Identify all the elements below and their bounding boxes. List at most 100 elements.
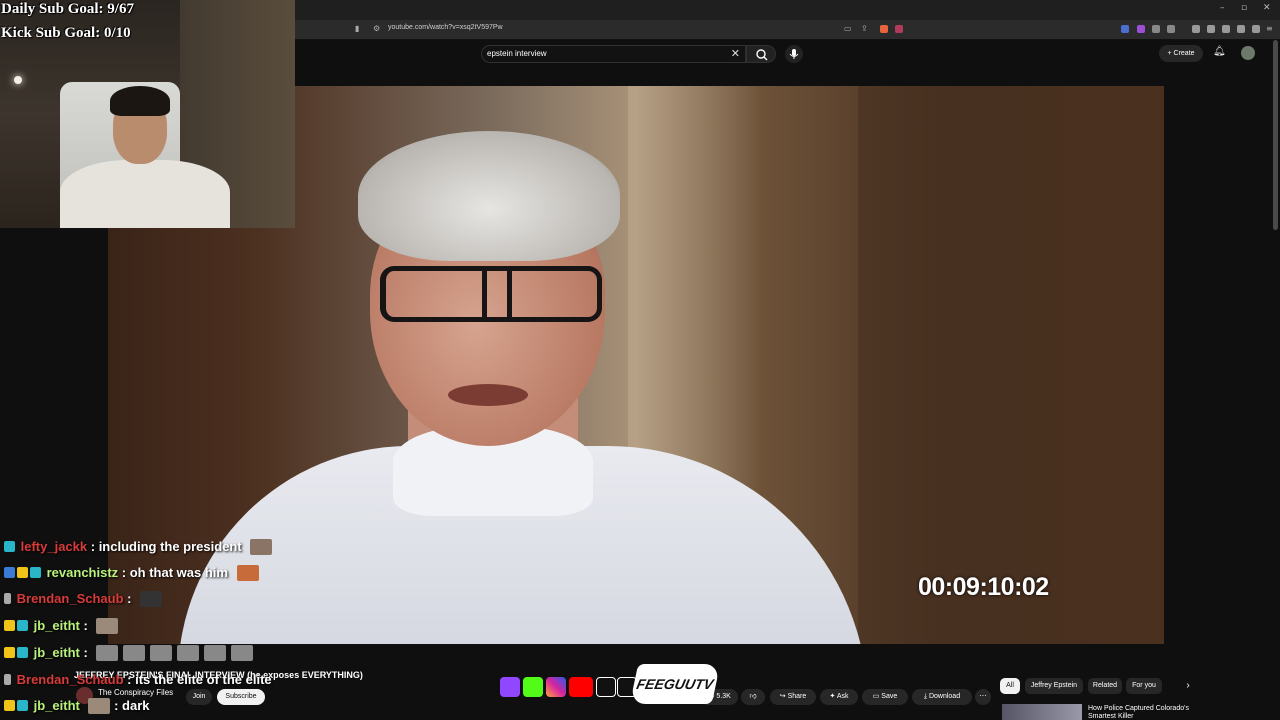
- extension-icon[interactable]: [1167, 25, 1175, 33]
- chip-related[interactable]: Related: [1088, 678, 1122, 694]
- restore-icon[interactable]: ▫: [1241, 3, 1247, 13]
- extension-icon[interactable]: [1152, 25, 1160, 33]
- chat-username: jb_eitht: [33, 698, 80, 714]
- share-page-icon[interactable]: ⇪: [861, 24, 868, 33]
- video-subject-mouth: [448, 384, 528, 406]
- chat-username: Brendan_Schaub: [16, 591, 124, 607]
- site-info-icon[interactable]: ⚙: [373, 24, 380, 33]
- chat-text: : oh that was him: [121, 565, 228, 581]
- dislike-button[interactable]: 👎︎: [741, 689, 765, 705]
- emote-icon: [123, 644, 146, 661]
- chat-message: Brendan_Schaub :: [4, 590, 163, 610]
- save-label: Save: [881, 693, 898, 700]
- chat-message: revanchistz : oh that was him: [4, 564, 259, 584]
- webcam-lamp: [14, 76, 22, 84]
- menu-icon[interactable]: ≡: [1266, 24, 1273, 33]
- recommended-title-line2: Smartest Killer: [1088, 713, 1134, 720]
- chip-for-you[interactable]: For you: [1126, 678, 1162, 694]
- emote-icon: [88, 697, 111, 714]
- download-button[interactable]: ⤓ Download: [912, 689, 972, 705]
- clear-search-icon[interactable]: ✕: [731, 47, 740, 60]
- share-label: Share: [787, 693, 807, 700]
- extension-icon[interactable]: [1237, 25, 1245, 33]
- chip-jeffrey-epstein[interactable]: Jeffrey Epstein: [1025, 678, 1083, 694]
- kick-sub-goal: Kick Sub Goal: 0/10: [1, 25, 131, 41]
- tiktok-icon: [596, 677, 616, 697]
- sub-badge-icon: [17, 647, 28, 659]
- recommended-title[interactable]: How Police Captured Colorado's Smartest K…: [1088, 705, 1189, 720]
- daily-sub-goal: Daily Sub Goal: 9/67: [1, 1, 134, 17]
- mod-badge-icon: [4, 567, 15, 579]
- emote-icon: [150, 644, 173, 661]
- chat-username: jb_eitht: [33, 618, 80, 634]
- chat-text: :: [127, 591, 132, 607]
- subscribe-button[interactable]: Subscribe: [217, 689, 265, 705]
- chip-all[interactable]: All: [1000, 678, 1020, 694]
- avatar[interactable]: [1241, 46, 1255, 60]
- sidebar-icon[interactable]: [1207, 25, 1215, 33]
- notifications-icon[interactable]: 🔔︎: [1213, 46, 1226, 57]
- search-button[interactable]: [746, 45, 776, 63]
- related-sidebar: [1165, 70, 1280, 670]
- chat-message: jb_eitht :: [4, 644, 254, 664]
- chat-message: lefty_jackk : including the president: [4, 538, 273, 558]
- youtube-icon: [569, 677, 593, 697]
- gift-badge-icon: [4, 700, 15, 712]
- wallet-icon[interactable]: [1222, 25, 1230, 33]
- cast-icon[interactable]: ▭: [844, 24, 852, 33]
- create-button[interactable]: + Create: [1159, 45, 1203, 62]
- like-count: 5.3K: [716, 693, 731, 700]
- chevron-right-icon[interactable]: ›: [1180, 678, 1196, 694]
- recommended-title-line1: How Police Captured Colorado's: [1088, 705, 1189, 712]
- gift-badge-icon: [17, 567, 28, 579]
- sub-badge-icon: [30, 567, 41, 579]
- chat-message: Brendan_Schaub : its the elite of the el…: [4, 671, 272, 691]
- webcam-streamer-hair: [110, 86, 170, 116]
- brave-shield-icon[interactable]: [880, 25, 888, 33]
- ask-label: Ask: [836, 693, 849, 700]
- chat-username: jb_eitht: [33, 645, 80, 661]
- video-subject-hair: [358, 131, 620, 261]
- shield-icon[interactable]: [1252, 25, 1260, 33]
- chat-text: : its the elite of the elite: [127, 672, 272, 688]
- more-actions-button[interactable]: ⋯: [975, 689, 991, 705]
- extension-icon[interactable]: [1121, 25, 1129, 33]
- chat-text: :: [83, 645, 88, 661]
- video-subject-glasses: [380, 266, 602, 322]
- join-button[interactable]: Join: [186, 689, 212, 705]
- search-input[interactable]: epstein interview ✕: [481, 45, 746, 63]
- staff-badge-icon: [4, 593, 11, 605]
- emote-icon: [140, 590, 163, 607]
- bookmark-icon[interactable]: ▮: [355, 24, 359, 33]
- twitch-icon: [500, 677, 520, 697]
- search-query: epstein interview: [487, 49, 547, 58]
- sub-badge-icon: [17, 700, 28, 712]
- scrollbar[interactable]: [1273, 40, 1278, 230]
- search-icon: [756, 49, 768, 61]
- share-button[interactable]: ↪ Share: [770, 689, 816, 705]
- minimize-icon[interactable]: –: [1220, 3, 1225, 13]
- music-icon[interactable]: [1192, 25, 1200, 33]
- emote-icon: [204, 644, 227, 661]
- rewards-icon[interactable]: [895, 25, 903, 33]
- video-timecode: 00:09:10:02: [918, 573, 1049, 601]
- close-window-icon[interactable]: ✕: [1263, 3, 1271, 13]
- kick-icon: [523, 677, 543, 697]
- save-button[interactable]: ▭ Save: [862, 689, 908, 705]
- gift-badge-icon: [4, 647, 15, 659]
- chat-username: revanchistz: [46, 565, 119, 581]
- chat-text: :: [83, 618, 88, 634]
- screen: – ▫ ✕ ▮ ⚙ youtube.com/watch?v=xsq2tV597P…: [0, 0, 1280, 720]
- extension-icon[interactable]: [1137, 25, 1145, 33]
- voice-search-button[interactable]: [785, 45, 803, 63]
- address-bar: ▮ ⚙ youtube.com/watch?v=xsq2tV597Pw ▭ ⇪ …: [295, 20, 1280, 40]
- url-text[interactable]: youtube.com/watch?v=xsq2tV597Pw: [388, 24, 503, 31]
- ask-button[interactable]: ✦ Ask: [820, 689, 858, 705]
- chat-username: lefty_jackk: [20, 539, 88, 555]
- chat-message: jb_eitht : dark: [4, 697, 150, 717]
- instagram-icon: [546, 677, 566, 697]
- emote-icon: [177, 644, 200, 661]
- recommended-thumbnail[interactable]: [1002, 704, 1082, 720]
- emote-icon: [231, 644, 254, 661]
- browser-titlebar: – ▫ ✕: [295, 0, 1280, 20]
